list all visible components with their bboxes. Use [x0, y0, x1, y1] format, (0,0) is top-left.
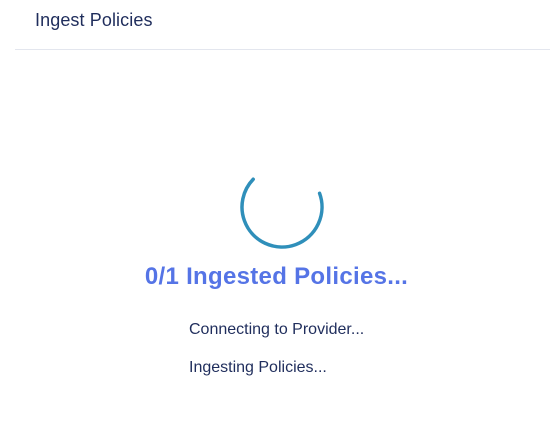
step-ingesting-policies: Ingesting Policies...	[189, 359, 327, 376]
step-connecting-provider: Connecting to Provider...	[189, 321, 365, 338]
loading-spinner-icon	[238, 163, 326, 251]
ingest-steps-list: Connecting to Provider... Ingesting Poli…	[189, 320, 364, 396]
page-title: Ingest Policies	[35, 10, 153, 30]
ingest-policies-page: Ingest Policies 0/1 Ingested Policies...…	[0, 0, 553, 422]
ingest-progress-title: 0/1 Ingested Policies...	[144, 263, 409, 290]
page-header: Ingest Policies	[15, 0, 550, 50]
